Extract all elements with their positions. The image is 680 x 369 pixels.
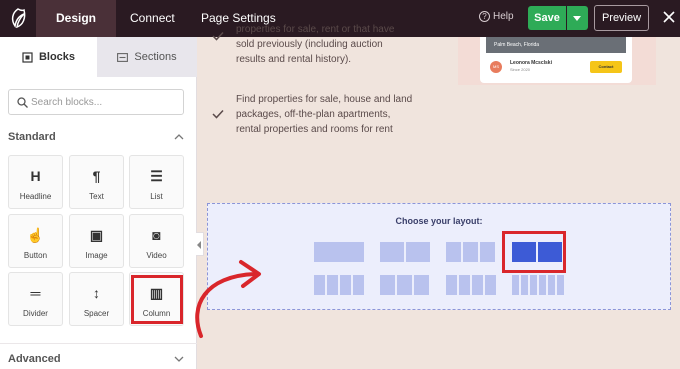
block-label: Headline (19, 192, 52, 201)
block-spacer[interactable]: ↕ Spacer (69, 272, 124, 326)
block-button[interactable]: ☝ Button (8, 214, 63, 268)
collapse-sidebar-handle[interactable] (196, 232, 204, 256)
paragraph-icon: ¶ (92, 168, 101, 184)
layout-option-2-col[interactable] (380, 242, 430, 262)
agent-name: Leonora Mcsclski (510, 60, 552, 66)
block-label: Text (89, 192, 104, 201)
contact-button[interactable]: Contact (590, 61, 622, 73)
advanced-label: Advanced (8, 353, 61, 365)
search-icon (17, 97, 28, 108)
close-icon[interactable] (662, 10, 676, 24)
search-blocks-field[interactable] (8, 89, 184, 115)
block-label: Divider (23, 309, 48, 318)
save-options-chevron-down-icon[interactable] (567, 6, 588, 30)
help-label: Help (493, 11, 514, 22)
help-link[interactable]: ? Help (479, 11, 514, 22)
blocks-icon (22, 51, 33, 63)
block-label: Button (23, 251, 48, 260)
tab-design[interactable]: Design (36, 0, 116, 37)
block-label: Video (146, 251, 167, 260)
pointer-icon: ☝ (26, 227, 45, 243)
layout-option-6-col[interactable] (512, 275, 564, 295)
layout-title: Choose your layout: (395, 216, 483, 226)
chevron-down-icon (174, 356, 184, 362)
selected-layout-highlight (502, 231, 566, 273)
preview-button[interactable]: Preview (594, 5, 649, 31)
block-divider[interactable]: ═ Divider (8, 272, 63, 326)
save-button[interactable]: Save (528, 6, 566, 30)
standard-label: Standard (8, 131, 56, 143)
avatar: MS (490, 61, 502, 73)
layout-option-4-col-alt[interactable] (446, 275, 496, 295)
block-video[interactable]: ◙ Video (129, 214, 184, 268)
standard-section-header[interactable]: Standard (8, 131, 184, 143)
question-circle-icon: ? (479, 11, 490, 22)
list-item: Find properties for sale, house and land… (212, 92, 414, 137)
list-item-text: Find properties for sale, house and land… (236, 94, 413, 135)
video-camera-icon: ◙ (152, 227, 161, 243)
divider (0, 343, 197, 344)
layout-option-1-col[interactable] (314, 242, 364, 262)
tab-blocks-label: Blocks (38, 51, 76, 63)
block-label: Image (85, 251, 108, 260)
layout-chooser: Choose your layout: (207, 203, 671, 310)
block-text[interactable]: ¶ Text (69, 155, 124, 209)
list-icon: ☰ (150, 168, 163, 184)
check-icon (212, 109, 224, 119)
property-location: Palm Beach, Florida (494, 42, 540, 48)
property-card: Palm Beach, Florida MS Leonora Mcsclski … (480, 37, 632, 83)
block-label: List (150, 192, 163, 201)
sections-icon (117, 52, 129, 62)
list-item: properties for sale, rent or that have s… (212, 22, 414, 67)
image-icon: ▣ (89, 227, 104, 243)
block-list[interactable]: ☰ List (129, 155, 184, 209)
check-icon (212, 31, 224, 41)
block-image[interactable]: ▣ Image (69, 214, 124, 268)
list-item-text: properties for sale, rent or that have s… (236, 24, 395, 65)
spacer-arrows-icon: ↕ (93, 285, 100, 301)
headline-icon: H (30, 168, 41, 184)
seedprod-logo-icon[interactable] (6, 6, 30, 30)
search-input[interactable] (31, 94, 179, 111)
column-block-highlight (131, 275, 183, 324)
block-headline[interactable]: H Headline (8, 155, 63, 209)
chevron-up-icon (174, 134, 184, 140)
layout-option-4-col[interactable] (314, 275, 364, 295)
agent-since: Since 2020 (510, 67, 531, 72)
block-label: Spacer (83, 309, 110, 318)
tab-blocks[interactable]: Blocks (0, 37, 97, 77)
layout-option-3-col[interactable] (446, 242, 495, 262)
tab-sections-label: Sections (134, 51, 177, 63)
layout-option-3-col-alt[interactable] (380, 275, 429, 295)
divider-icon: ═ (30, 285, 41, 301)
curved-arrow-icon (195, 260, 261, 338)
tab-connect[interactable]: Connect (130, 0, 175, 37)
tab-sections[interactable]: Sections (97, 37, 197, 77)
advanced-section-header[interactable]: Advanced (8, 353, 184, 365)
